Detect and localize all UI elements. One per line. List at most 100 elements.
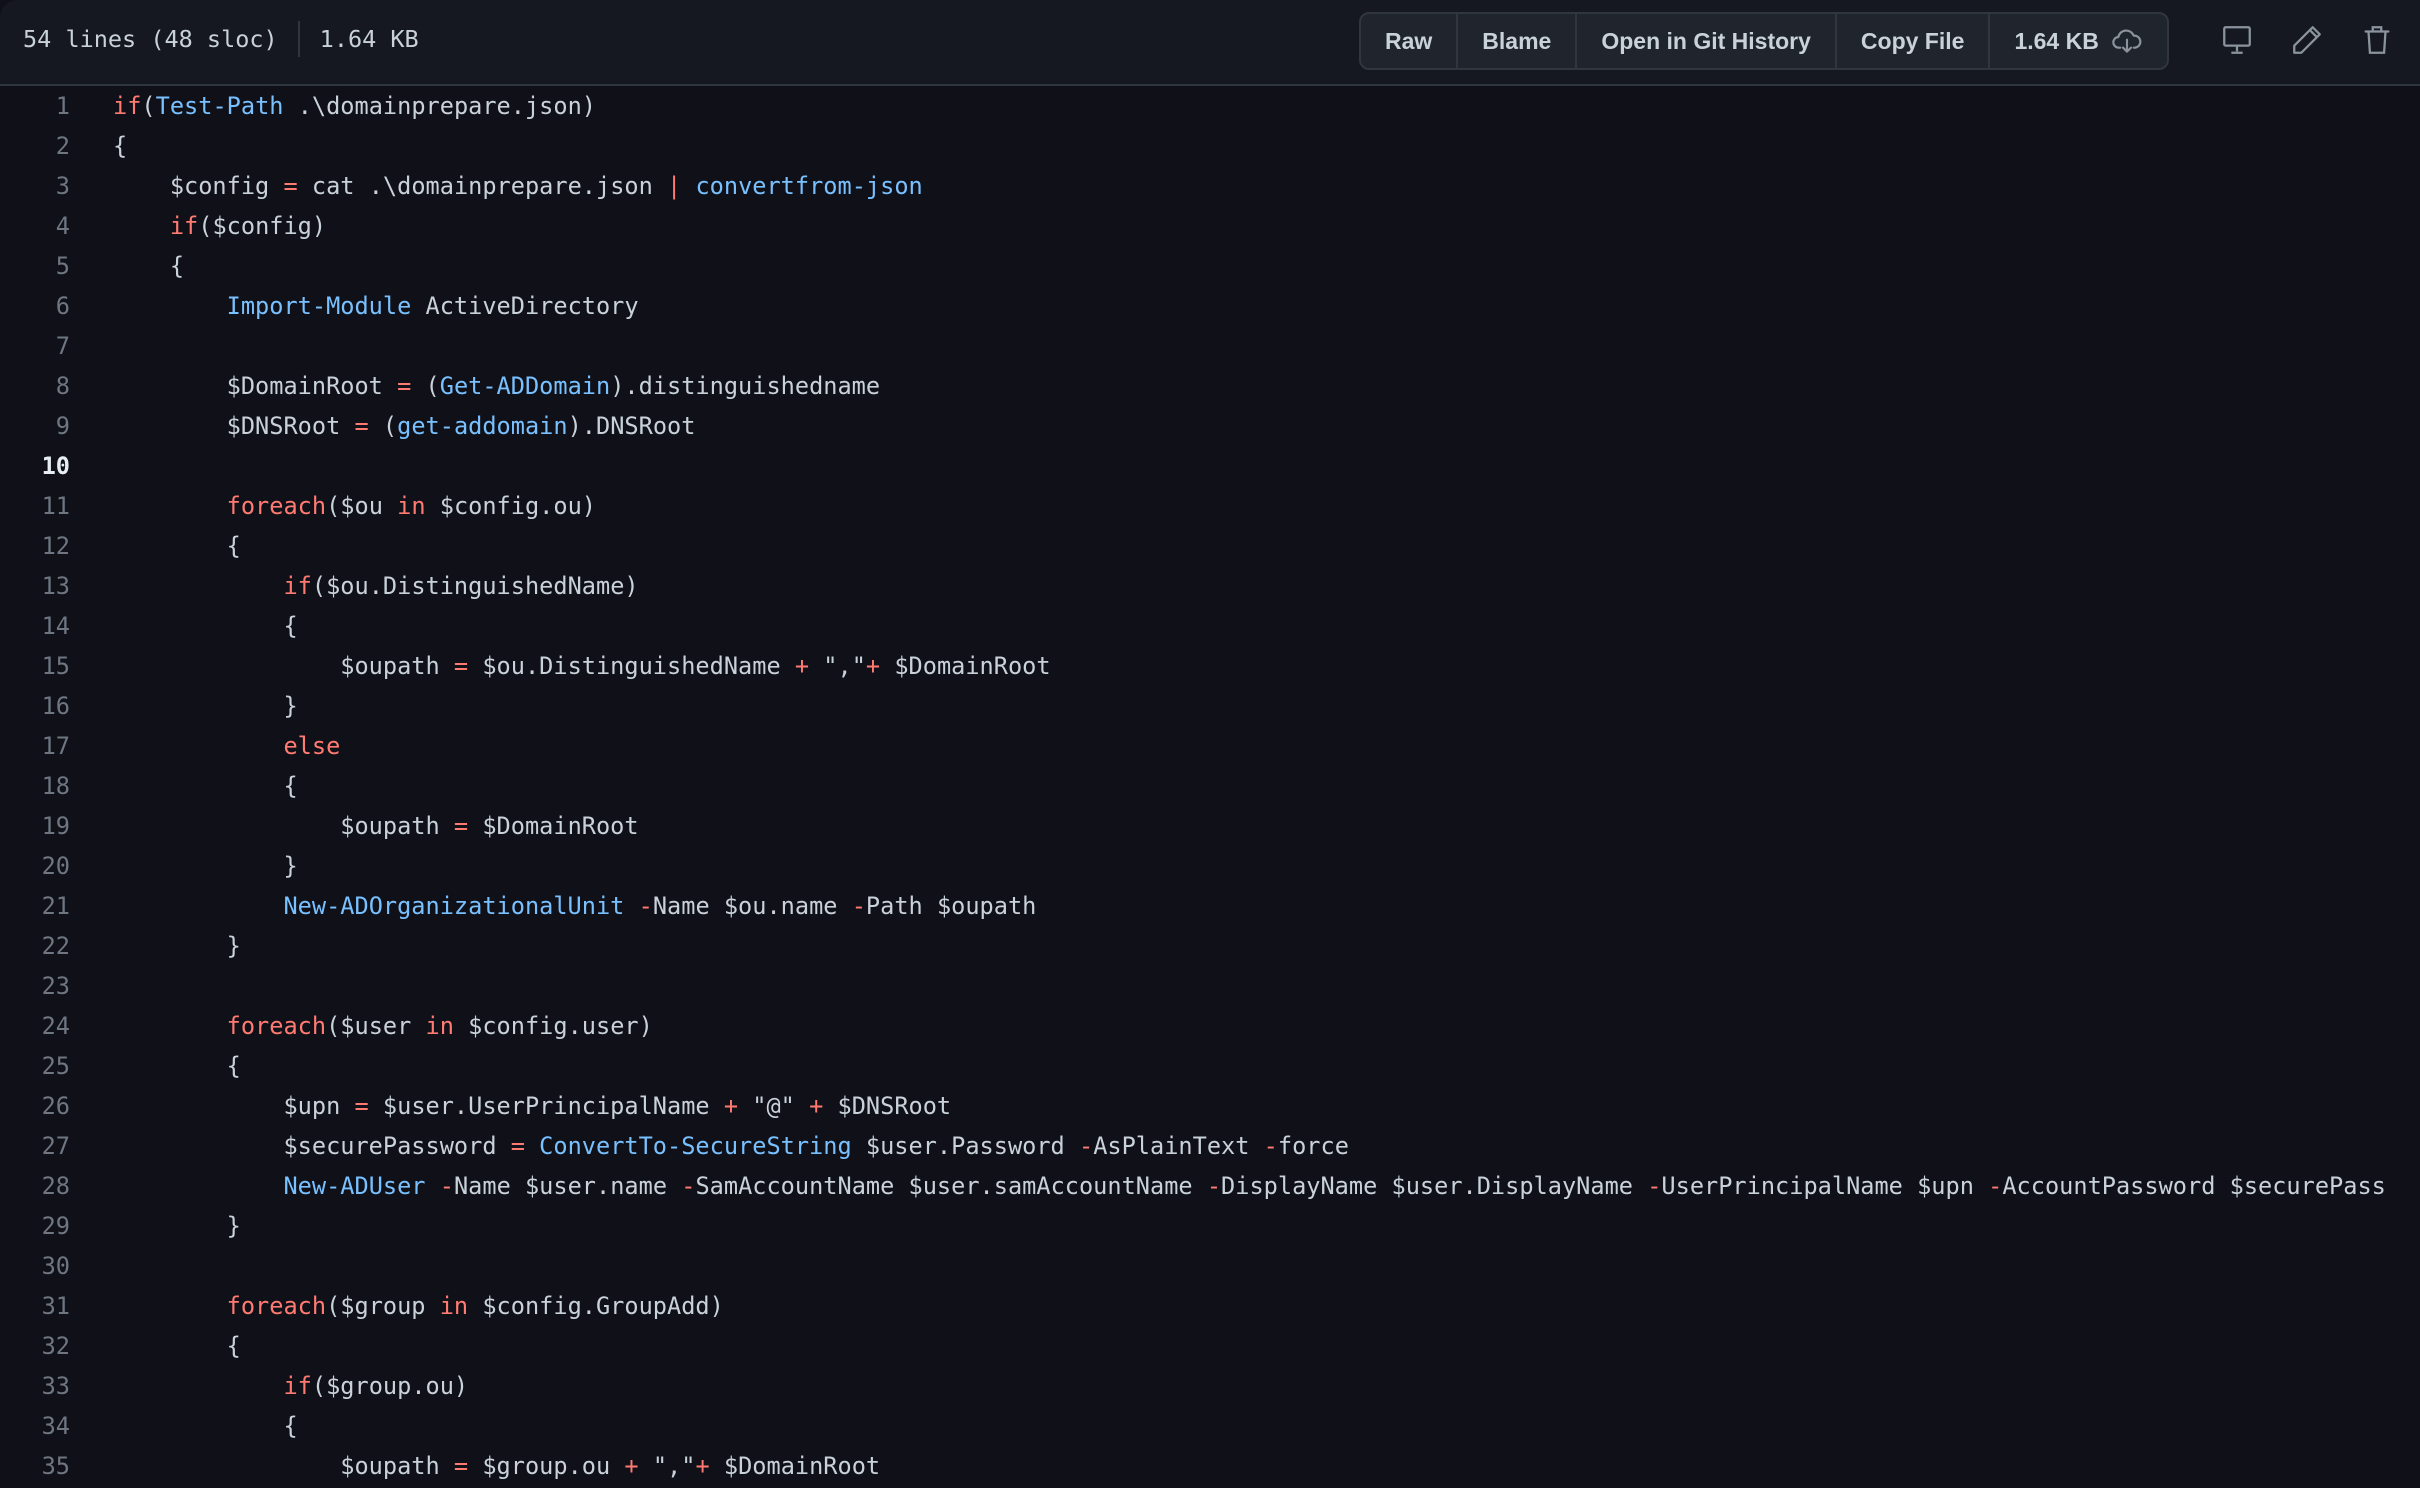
text-token: }: [113, 852, 298, 880]
blame-button[interactable]: Blame: [1458, 14, 1578, 68]
line-number[interactable]: 26: [0, 1086, 70, 1126]
line-number[interactable]: 1: [0, 86, 70, 126]
code-line: 4 if($config): [0, 206, 2420, 246]
raw-label: Raw: [1385, 27, 1433, 54]
code-line: 27 $securePassword = ConvertTo-SecureStr…: [0, 1126, 2420, 1166]
line-number[interactable]: 15: [0, 646, 70, 686]
text-token: $DomainRoot: [113, 372, 398, 400]
download-button[interactable]: 1.64 KB: [1990, 14, 2166, 68]
line-number[interactable]: 17: [0, 726, 70, 766]
line-number[interactable]: 6: [0, 286, 70, 326]
open-git-history-button[interactable]: Open in Git History: [1577, 14, 1837, 68]
line-number[interactable]: 2: [0, 126, 70, 166]
line-content: $DNSRoot = (get-addomain).DNSRoot: [113, 406, 696, 446]
function-token: Test-Path: [155, 92, 284, 120]
operator-token: -: [851, 892, 866, 920]
line-content: if($ou.DistinguishedName): [113, 566, 638, 606]
text-token: $DomainRoot: [709, 1452, 881, 1480]
code-line: 20 }: [0, 846, 2420, 886]
blame-label: Blame: [1482, 27, 1552, 54]
line-number[interactable]: 25: [0, 1046, 70, 1086]
text-token: ",": [638, 1452, 696, 1480]
line-content: if(Test-Path .\domainprepare.json): [113, 86, 596, 126]
line-number[interactable]: 9: [0, 406, 70, 446]
line-number[interactable]: 7: [0, 326, 70, 366]
line-number[interactable]: 3: [0, 166, 70, 206]
delete-button[interactable]: [2357, 20, 2397, 60]
line-number[interactable]: 16: [0, 686, 70, 726]
operator-token: =: [453, 652, 469, 680]
line-number[interactable]: 32: [0, 1326, 70, 1366]
line-number[interactable]: 24: [0, 1006, 70, 1046]
line-number[interactable]: 21: [0, 886, 70, 926]
copy-file-label: Copy File: [1860, 27, 1965, 54]
line-content: if($config): [113, 206, 326, 246]
line-number[interactable]: 22: [0, 926, 70, 966]
operator-token: =: [510, 1132, 525, 1160]
line-number[interactable]: 27: [0, 1126, 70, 1166]
line-content: {: [113, 1046, 241, 1086]
function-token: ConvertTo-SecureString: [539, 1132, 852, 1160]
operator-token: =: [397, 372, 412, 400]
code-line: 34 {: [0, 1406, 2420, 1446]
code-line: 3 $config = cat .\domainprepare.json | c…: [0, 166, 2420, 206]
line-content: {: [113, 526, 241, 566]
edit-button[interactable]: [2287, 20, 2327, 60]
function-token: New-ADUser: [283, 1172, 426, 1200]
line-content: {: [113, 606, 297, 646]
file-actions: Raw Blame Open in Git History Copy File …: [1359, 12, 2169, 70]
text-token: AccountPassword $securePass: [2002, 1172, 2386, 1200]
operator-token: =: [354, 412, 369, 440]
line-number[interactable]: 29: [0, 1206, 70, 1246]
line-content: }: [113, 686, 297, 726]
code-view: 1 if(Test-Path .\domainprepare.json) 2 {3 $…: [0, 86, 2420, 1486]
line-number[interactable]: 14: [0, 606, 70, 646]
line-content: }: [113, 1206, 241, 1246]
line-number[interactable]: 10: [0, 446, 70, 486]
operator-token: +: [695, 1452, 710, 1480]
line-number[interactable]: 19: [0, 806, 70, 846]
text-token: ($config): [198, 212, 327, 240]
copy-file-button[interactable]: Copy File: [1837, 14, 1991, 68]
line-number[interactable]: 8: [0, 366, 70, 406]
line-number[interactable]: 13: [0, 566, 70, 606]
line-content: {: [113, 246, 184, 286]
text-token: (: [141, 92, 156, 120]
line-number[interactable]: 35: [0, 1446, 70, 1486]
line-content: Import-Module ActiveDirectory: [113, 286, 639, 326]
desktop-button[interactable]: [2217, 20, 2257, 60]
text-token: DisplayName $user.DisplayName: [1221, 1172, 1648, 1200]
code-line: 35 $oupath = $group.ou + ","+ $DomainRoo…: [0, 1446, 2420, 1486]
line-number[interactable]: 31: [0, 1286, 70, 1326]
text-token: $oupath: [113, 652, 454, 680]
line-number[interactable]: 33: [0, 1366, 70, 1406]
line-number[interactable]: 30: [0, 1246, 70, 1286]
line-number[interactable]: 11: [0, 486, 70, 526]
line-number[interactable]: 18: [0, 766, 70, 806]
keyword-token: else: [283, 732, 341, 760]
line-number[interactable]: 4: [0, 206, 70, 246]
line-number[interactable]: 12: [0, 526, 70, 566]
keyword-token: if: [283, 1372, 312, 1400]
line-number[interactable]: 5: [0, 246, 70, 286]
line-number[interactable]: 34: [0, 1406, 70, 1446]
code-line: 15 $oupath = $ou.DistinguishedName + ","…: [0, 646, 2420, 686]
text-token: force: [1277, 1132, 1349, 1160]
code-line: 25 {: [0, 1046, 2420, 1086]
file-meta: 54 lines (48 sloc) 1.64 KB: [23, 0, 419, 78]
line-number[interactable]: 28: [0, 1166, 70, 1206]
operator-token: -: [1988, 1172, 2003, 1200]
text-token: ($user: [326, 1012, 426, 1040]
line-content: $upn = $user.UserPrincipalName + "@" + $…: [113, 1086, 951, 1126]
line-number[interactable]: 23: [0, 966, 70, 1006]
line-number[interactable]: 20: [0, 846, 70, 886]
text-token: $DomainRoot: [468, 812, 639, 840]
text-token: $config.GroupAdd): [468, 1292, 724, 1320]
line-content: $securePassword = ConvertTo-SecureString…: [113, 1126, 1349, 1166]
keyword-token: foreach: [226, 1292, 327, 1320]
operator-token: -: [1078, 1132, 1094, 1160]
raw-button[interactable]: Raw: [1361, 14, 1459, 68]
function-token: Import-Module: [226, 292, 412, 320]
